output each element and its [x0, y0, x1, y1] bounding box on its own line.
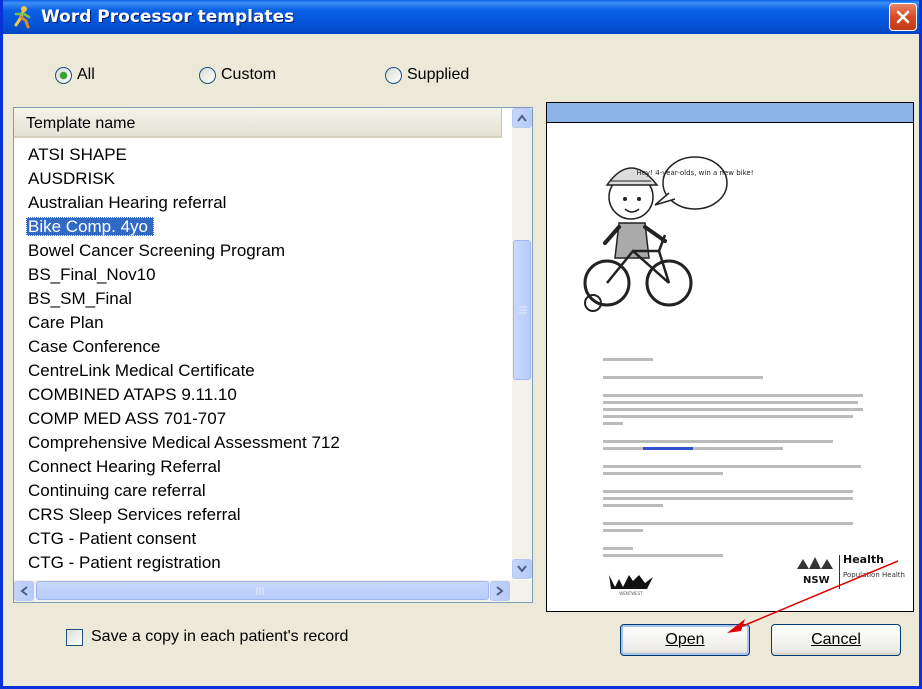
list-item[interactable]: CTG - Patient registration	[14, 551, 502, 575]
speech-bubble-graphic	[654, 156, 728, 210]
horizontal-scroll-thumb[interactable]	[36, 581, 489, 600]
list-item-selected[interactable]: Bike Comp. 4yo	[14, 215, 502, 239]
radio-all[interactable]: All	[55, 66, 95, 84]
list-item[interactable]: BS_SM_Final	[14, 287, 502, 311]
window-title: Word Processor templates	[41, 7, 295, 27]
nsw-health-logo-main: Health	[843, 553, 884, 566]
grip-icon	[519, 306, 527, 314]
vertical-scrollbar[interactable]	[512, 108, 532, 579]
list-item[interactable]: Connect Hearing Referral	[14, 455, 502, 479]
title-bar[interactable]: Word Processor templates	[3, 0, 919, 34]
chevron-up-icon	[517, 114, 527, 122]
radio-supplied-label: Supplied	[407, 66, 470, 83]
radio-custom[interactable]: Custom	[199, 66, 276, 84]
list-item[interactable]: Australian Hearing referral	[14, 191, 502, 215]
preview-header-bar	[547, 103, 913, 123]
radio-supplied[interactable]: Supplied	[385, 66, 469, 84]
save-copy-option[interactable]: Save a copy in each patient's record	[66, 628, 348, 646]
vertical-scroll-thumb[interactable]	[513, 240, 531, 380]
save-copy-checkbox[interactable]	[66, 628, 83, 646]
list-item[interactable]: AUSDRISK	[14, 167, 502, 191]
list-item[interactable]: CRS Sleep Services referral	[14, 503, 502, 527]
list-item[interactable]: Care Plan	[14, 311, 502, 335]
cancel-button[interactable]: Cancel	[771, 624, 901, 656]
templates-dialog: Word Processor templates All Custom Supp…	[0, 0, 922, 689]
speech-bubble-text: Hey! 4-year-olds, win a new bike!	[636, 169, 753, 177]
radio-custom-indicator[interactable]	[199, 66, 216, 84]
horizontal-scrollbar[interactable]	[14, 580, 532, 602]
template-preview: Hey! 4-year-olds, win a new bike! WENTWE…	[546, 102, 914, 612]
preview-text-lines	[603, 358, 863, 557]
chevron-left-icon	[20, 586, 28, 596]
template-listbox[interactable]: Template name ATSI SHAPE AUSDRISK Austra…	[13, 107, 533, 603]
nsw-health-logo-sub: Population Health	[843, 571, 905, 579]
save-copy-label: Save a copy in each patient's record	[91, 628, 349, 645]
list-item[interactable]: ATSI SHAPE	[14, 143, 502, 167]
list-item[interactable]: Case Conference	[14, 335, 502, 359]
list-item[interactable]: COMBINED ATAPS 9.11.10	[14, 383, 502, 407]
app-running-man-icon	[11, 5, 33, 29]
radio-all-label: All	[77, 66, 95, 83]
chevron-down-icon	[517, 565, 527, 573]
list-item[interactable]: Comprehensive Medical Assessment 712	[14, 431, 502, 455]
column-header-template-name[interactable]: Template name	[14, 108, 502, 138]
document-preview-image: Hey! 4-year-olds, win a new bike! WENTWE…	[583, 156, 905, 596]
radio-all-indicator[interactable]	[55, 66, 72, 84]
scroll-up-button[interactable]	[512, 108, 532, 128]
list-item[interactable]: BS_Final_Nov10	[14, 263, 502, 287]
scroll-down-button[interactable]	[512, 559, 532, 579]
list-item[interactable]: CentreLink Medical Certificate	[14, 359, 502, 383]
template-list: ATSI SHAPE AUSDRISK Australian Hearing r…	[14, 143, 502, 575]
radio-supplied-indicator[interactable]	[385, 66, 402, 84]
open-button[interactable]: Open	[620, 624, 750, 656]
wentwest-logo-text: WENTWEST	[619, 591, 643, 596]
scroll-left-button[interactable]	[14, 581, 34, 601]
list-item[interactable]: COMP MED ASS 701-707	[14, 407, 502, 431]
close-button[interactable]	[889, 3, 917, 31]
list-item[interactable]: CTG - Patient consent	[14, 527, 502, 551]
list-item[interactable]: Continuing care referral	[14, 479, 502, 503]
scroll-right-button[interactable]	[490, 581, 510, 601]
close-icon	[896, 10, 910, 24]
wentwest-logo	[609, 575, 653, 589]
grip-icon	[256, 587, 264, 595]
list-item[interactable]: Bowel Cancer Screening Program	[14, 239, 502, 263]
radio-custom-label: Custom	[221, 66, 277, 83]
nsw-health-logo-state: NSW	[803, 575, 830, 586]
chevron-right-icon	[496, 586, 504, 596]
